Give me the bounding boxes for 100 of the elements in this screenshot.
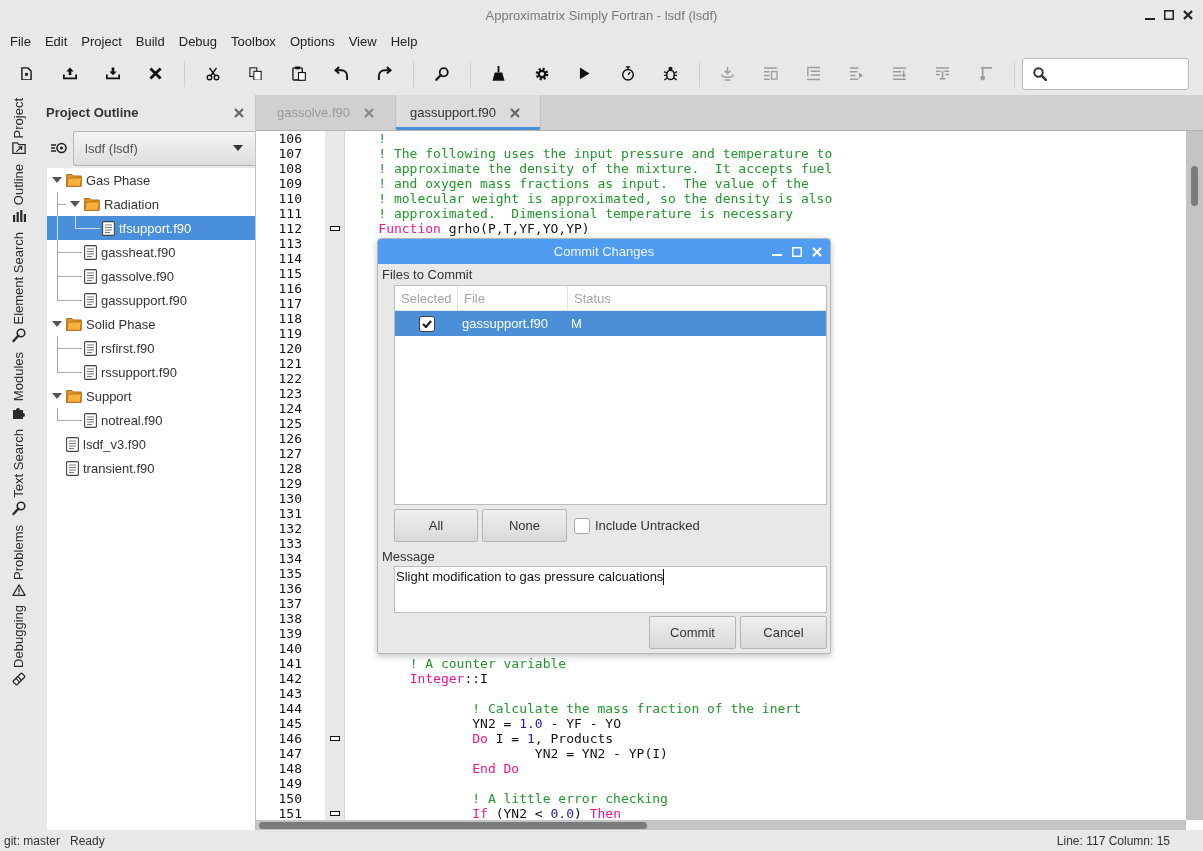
line-number: 119 [278, 326, 302, 341]
side-tab[interactable]: Text Search [7, 428, 31, 526]
tree-item[interactable]: rssupport.f90 [47, 360, 255, 384]
file-icon [84, 244, 97, 260]
line-number: 145 [278, 716, 302, 731]
dialog-button[interactable]: Cancel [740, 616, 827, 649]
folder-icon [66, 317, 82, 331]
file-icon [84, 412, 97, 428]
side-tab[interactable]: Debugging [7, 605, 31, 696]
side-tab[interactable]: Modules [7, 352, 31, 429]
line-number: 134 [278, 551, 302, 566]
fold-marker-icon[interactable] [330, 811, 340, 816]
caret-down-icon[interactable] [70, 201, 80, 207]
arrow-up-tray-icon [62, 67, 77, 80]
scrollbar-thumb[interactable] [1191, 166, 1198, 206]
checkbox[interactable] [418, 315, 435, 332]
minimize-icon[interactable] [1145, 17, 1155, 20]
code-line: End Do [472, 761, 520, 776]
select-button[interactable]: None [482, 509, 567, 542]
menu-item[interactable]: View [341, 32, 384, 50]
line-number: 123 [278, 386, 302, 401]
menu-item[interactable]: Project [74, 32, 129, 50]
tree-item[interactable]: gassheat.f90 [47, 240, 255, 264]
tree-item[interactable]: Gas Phase [47, 168, 255, 192]
tree-item[interactable]: transient.f90 [47, 456, 255, 480]
broom-icon [492, 66, 505, 81]
tree-item[interactable]: Support [47, 384, 255, 408]
code-line: Do I = 1, Products [472, 731, 614, 746]
curved-arrow-right-icon [377, 66, 392, 81]
checkbox[interactable] [574, 517, 590, 534]
gear-icon [534, 66, 549, 81]
bug-icon [663, 66, 678, 81]
dialog-button[interactable]: Commit [649, 616, 736, 649]
search-field[interactable] [1022, 57, 1189, 90]
line-number: 149 [278, 776, 302, 791]
code-line: YN2 = 1.0 - YF - YO [472, 716, 621, 731]
tree-item[interactable]: notreal.f90 [47, 408, 255, 432]
line-number: 135 [278, 566, 302, 581]
caret-down-icon[interactable] [52, 321, 62, 327]
line-number: 117 [278, 296, 302, 311]
fold-marker-icon[interactable] [330, 736, 340, 741]
line-number: 127 [278, 446, 302, 461]
line-number: 133 [278, 536, 302, 551]
vertical-scrollbar[interactable] [1186, 131, 1203, 820]
menu-item[interactable]: Options [282, 32, 342, 50]
line-number: 128 [278, 461, 302, 476]
line-number: 140 [278, 641, 302, 656]
message-field[interactable]: Slight modification to gas pressure calcuations [394, 566, 827, 613]
file-icon [66, 436, 79, 452]
select-button[interactable]: All [394, 509, 478, 542]
tree-item[interactable]: gassupport.f90 [47, 288, 255, 312]
horizontal-scrollbar[interactable] [256, 820, 1186, 830]
line-dot-icon [978, 66, 993, 81]
window-title: Approximatrix Simply Fortran - lsdf (lsdf) [485, 7, 718, 23]
document-icon [21, 66, 32, 81]
side-tab[interactable]: Problems [7, 525, 31, 606]
code-line: Function grho(P,T,YF,YO,YP) [378, 221, 590, 236]
checkbox-label[interactable]: Include Untracked [595, 518, 700, 533]
line-number: 130 [278, 491, 302, 506]
dialog-title: Commit Changes [553, 244, 655, 259]
code-line: ! [378, 131, 387, 146]
tree-item[interactable]: Radiation [47, 192, 255, 216]
tree-item[interactable]: gassolve.f90 [47, 264, 255, 288]
line-number: 137 [278, 596, 302, 611]
arrow-down-tray-icon [105, 67, 120, 80]
lines-down-arrow-icon [892, 66, 907, 81]
menu-item[interactable]: Help [383, 32, 425, 50]
side-tab[interactable]: Element Search [7, 231, 31, 353]
code-line: Integer::I [409, 671, 488, 686]
caret-down-icon[interactable] [52, 177, 62, 183]
search-icon [434, 66, 449, 81]
close-icon[interactable] [1183, 10, 1193, 20]
checkmark-icon [421, 319, 432, 328]
side-tab[interactable]: Outline [7, 163, 31, 232]
section-label: Message [381, 548, 436, 566]
folder-icon [66, 173, 82, 187]
tree-item[interactable]: lsdf_v3.f90 [47, 432, 255, 456]
line-number: 148 [278, 761, 302, 776]
menu-item[interactable]: Edit [37, 32, 75, 50]
caret-down-icon[interactable] [52, 393, 62, 399]
menu-item[interactable]: Toolbox [224, 32, 283, 50]
tree-item[interactable]: rsfirst.f90 [47, 336, 255, 360]
side-tab[interactable]: Project [7, 98, 31, 164]
scrollbar-thumb[interactable] [259, 821, 647, 829]
line-number: 141 [278, 656, 302, 671]
fold-marker-icon[interactable] [330, 226, 340, 231]
lines-bracket-icon [935, 66, 950, 81]
menu-item[interactable]: Build [128, 32, 172, 50]
target-icon[interactable] [51, 142, 67, 154]
tree-item[interactable]: Solid Phase [47, 312, 255, 336]
menu-item[interactable]: Debug [171, 32, 225, 50]
code-line: ! approximate the density of the mixture. It accepts fuel [378, 161, 833, 176]
line-number: 146 [278, 731, 302, 746]
maximize-icon[interactable] [1164, 10, 1174, 20]
project-dropdown[interactable]: lsdf (lsdf) [73, 130, 255, 166]
menu-item[interactable]: File [3, 32, 38, 50]
magnifier-icon [12, 328, 26, 344]
bar-chart-icon [12, 208, 26, 223]
editor-tab[interactable]: gassupport.f90 [396, 95, 541, 130]
file-icon [84, 292, 97, 308]
